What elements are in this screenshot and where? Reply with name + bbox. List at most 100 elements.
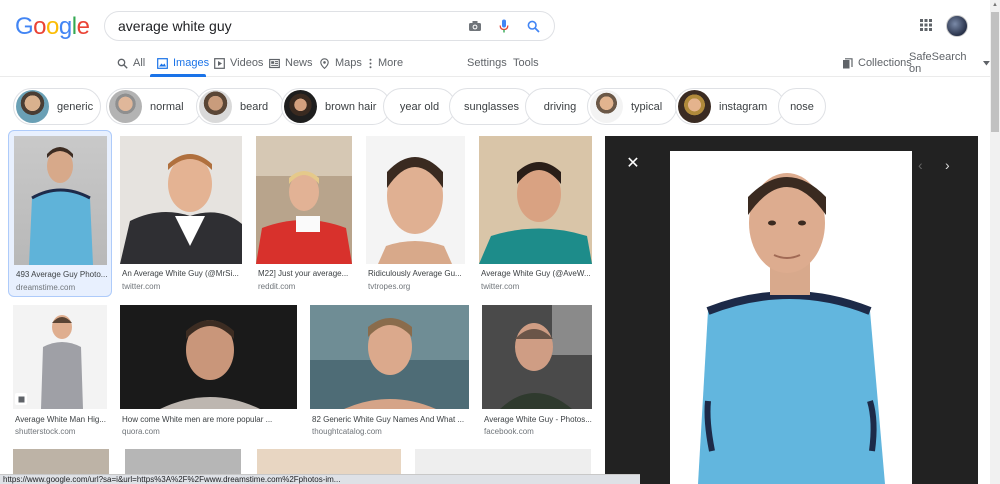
chip-year-old[interactable]: year old [383,88,456,125]
chevron-right-icon[interactable]: › [945,157,950,173]
tab-label: Maps [335,57,362,69]
image-icon [157,57,168,69]
result-thumbnail [13,305,107,409]
kebab-icon [369,58,372,68]
result-source: reddit.com [258,282,296,291]
active-tab-indicator [150,74,206,77]
image-badge-icon [15,393,27,405]
chip-typical[interactable]: typical [587,88,677,125]
tab-more[interactable]: More [368,54,403,72]
result-tile[interactable]: Average White Guy (@AveW... twitter.com [479,136,593,296]
chip-label: instagram [719,100,768,113]
tab-label: Videos [230,57,264,69]
result-source: dreamstime.com [16,283,76,292]
result-thumbnail [120,136,242,264]
result-tile[interactable] [415,449,591,474]
chip-thumbnail [109,90,142,123]
microphone-icon[interactable] [491,13,517,39]
chip-beard[interactable]: beard [196,88,284,125]
account-avatar[interactable] [946,15,968,37]
chip-label: normal [150,100,184,113]
chip-brown-hair[interactable]: brown hair [281,88,391,125]
chip-label: sunglasses [463,100,520,113]
result-thumbnail [120,305,297,409]
chip-label: generic [57,100,94,113]
tab-all[interactable]: All [117,54,145,72]
scroll-up-arrow-icon[interactable]: ▲ [992,2,998,8]
tools-label: Tools [513,57,539,69]
safesearch-toggle[interactable]: SafeSearch on [909,51,990,75]
tab-videos[interactable]: Videos [214,54,263,72]
result-title: How come White men are more popular ... [122,415,273,424]
camera-icon[interactable] [462,13,488,39]
chip-generic[interactable]: generic [13,88,101,125]
chip-driving[interactable]: driving [525,88,595,125]
scrollbar-thumb[interactable] [991,12,999,132]
result-title: Average White Man Hig... [15,415,107,424]
result-source: shutterstock.com [15,427,76,436]
result-title: Average White Guy - Photos... [484,415,592,424]
search-input[interactable]: average white guy [118,18,462,34]
page-scrollbar[interactable]: ▲ [990,0,1000,484]
logo-letter: o [33,13,47,40]
result-tile[interactable]: How come White men are more popular ... … [120,305,298,439]
result-title: 493 Average Guy Photo... [16,270,108,279]
chevron-left-icon[interactable]: ‹ [918,157,923,173]
search-icon [117,58,128,69]
chip-label: brown hair [325,100,377,113]
preview-image[interactable] [670,151,912,484]
logo-letter: G [15,13,34,40]
chip-thumbnail [678,90,711,123]
chip-nose[interactable]: nose [778,88,826,125]
result-title: 82 Generic White Guy Names And What ... [312,415,465,424]
result-source: tvtropes.org [368,282,411,291]
chip-label: driving [543,100,577,113]
search-box[interactable]: average white guy [104,11,555,41]
result-tile[interactable] [257,449,401,474]
google-logo[interactable]: Google [15,13,90,41]
tools-link[interactable]: Tools [513,54,539,72]
chip-sunglasses[interactable]: sunglasses [449,88,534,125]
search-tabs: All Images Videos News Maps More Setting… [0,50,990,77]
result-thumbnail [14,136,107,265]
collections-link[interactable]: Collections [842,54,912,72]
result-tile[interactable]: Average White Man Hig... shutterstock.co… [13,305,108,439]
page: Google average white guy All Images Vide… [0,0,1000,484]
result-title: An Average White Guy (@MrSi... [122,269,239,278]
bookmark-stack-icon [843,57,853,68]
close-icon[interactable]: ✕ [625,156,641,172]
result-tile[interactable]: Ridiculously Average Gu... tvtropes.org [366,136,466,296]
tab-news[interactable]: News [269,54,313,72]
settings-label: Settings [467,57,507,69]
result-thumbnail [479,136,592,264]
search-icon[interactable] [520,13,546,39]
apps-grid-icon[interactable] [918,17,934,33]
result-title: Ridiculously Average Gu... [368,269,462,278]
result-tile[interactable]: An Average White Guy (@MrSi... twitter.c… [120,136,243,296]
result-source: twitter.com [122,282,161,291]
result-tile[interactable]: M22] Just your average... reddit.com [256,136,353,296]
tab-label: More [378,57,404,69]
result-tile[interactable]: 82 Generic White Guy Names And What ... … [310,305,470,439]
chip-label: year old [399,100,440,113]
logo-letter: o [46,13,59,40]
pin-icon [320,57,329,69]
result-thumbnail [256,136,352,264]
chip-thumbnail [16,90,49,123]
chip-label: nose [790,100,814,113]
tab-label: News [285,57,313,69]
tab-maps[interactable]: Maps [319,54,362,72]
result-tile-selected[interactable]: 493 Average Guy Photo... dreamstime.com [8,130,112,297]
chip-instagram[interactable]: instagram [675,88,785,125]
collections-label: Collections [858,57,912,69]
result-tile[interactable] [13,449,109,474]
newspaper-icon [269,58,280,68]
result-tile[interactable]: Average White Guy - Photos... facebook.c… [482,305,593,439]
chip-label: beard [240,100,269,113]
caret-down-icon [983,60,990,65]
chip-normal[interactable]: normal [106,88,202,125]
tab-label: All [133,57,146,69]
tab-images[interactable]: Images [157,54,209,72]
settings-link[interactable]: Settings [467,54,507,72]
result-tile[interactable] [125,449,241,474]
